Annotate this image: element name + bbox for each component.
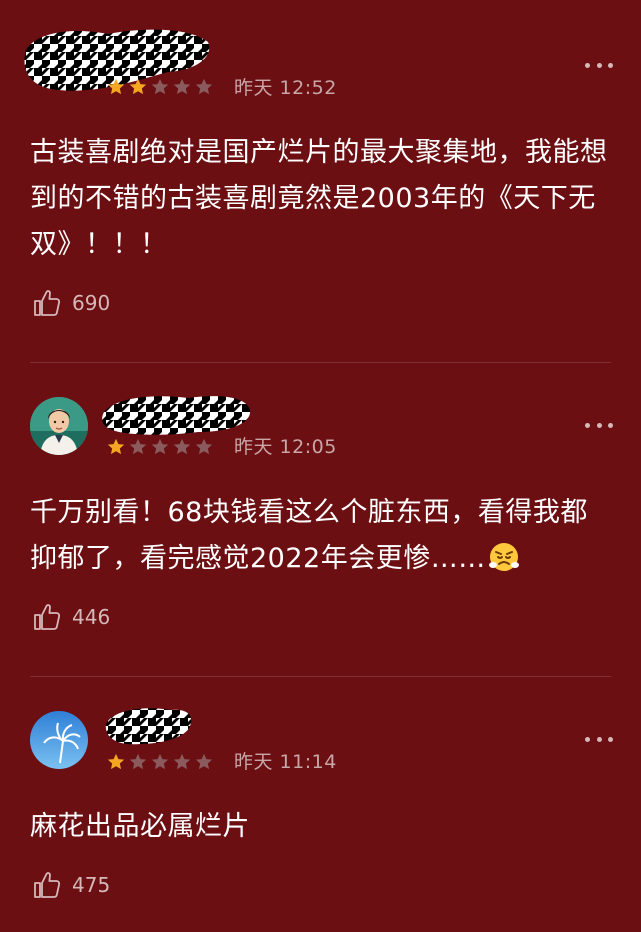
avatar[interactable] xyxy=(30,711,88,769)
avatar[interactable] xyxy=(30,397,88,455)
star-empty-icon xyxy=(150,437,170,457)
star-empty-icon xyxy=(172,77,192,97)
star-filled-icon xyxy=(106,437,126,457)
cartoon-man-avatar-icon xyxy=(30,397,88,455)
palm-tree-avatar-icon xyxy=(30,711,88,769)
dot-icon xyxy=(596,62,602,68)
thumbs-up-icon xyxy=(32,288,62,318)
star-filled-icon xyxy=(128,77,148,97)
comment-text: 麻花出品必属烂片 xyxy=(30,811,250,842)
rating-stars xyxy=(106,77,214,97)
star-empty-icon xyxy=(128,752,148,772)
like-count: 475 xyxy=(72,873,111,897)
dot-icon xyxy=(608,62,613,68)
more-options-button[interactable] xyxy=(585,60,613,70)
rating-stars xyxy=(106,437,214,457)
star-empty-icon xyxy=(194,437,214,457)
redacted-username xyxy=(102,396,251,435)
comment-text: 古装喜剧绝对是国产烂片的最大聚集地，我能想到的不错的古装喜剧竟然是2003年的《… xyxy=(30,137,608,260)
star-empty-icon xyxy=(150,752,170,772)
comment-card-1: 昨天 12:52 古装喜剧绝对是国产烂片的最大聚集地，我能想到的不错的古装喜剧竟… xyxy=(0,0,641,362)
rating-stars xyxy=(106,752,214,772)
comment-text: 千万别看！68块钱看这么个脏东西，看得我都抑郁了，看完感觉2022年会更惨…… xyxy=(30,490,610,582)
more-options-button[interactable] xyxy=(585,734,613,744)
like-button[interactable]: 475 xyxy=(32,868,110,902)
comment-card-2: 昨天 12:05 千万别看！68块钱看这么个脏东西，看得我都抑郁了，看完感觉20… xyxy=(0,362,641,676)
star-empty-icon xyxy=(172,752,192,772)
dot-icon xyxy=(596,422,602,428)
star-filled-icon xyxy=(106,752,126,772)
star-empty-icon xyxy=(172,437,192,457)
comment-time: 昨天 12:52 xyxy=(234,77,337,99)
like-button[interactable]: 446 xyxy=(32,600,110,634)
dot-icon xyxy=(608,422,613,428)
thumbs-up-icon xyxy=(32,602,62,632)
redacted-username xyxy=(105,708,192,745)
dot-icon xyxy=(585,736,590,742)
star-empty-icon xyxy=(150,77,170,97)
like-button[interactable]: 690 xyxy=(32,286,110,320)
star-filled-icon xyxy=(106,77,126,97)
star-empty-icon xyxy=(194,752,214,772)
angry-face-emoji-icon xyxy=(488,543,519,571)
more-options-button[interactable] xyxy=(585,420,613,430)
comment-time: 昨天 12:05 xyxy=(234,436,337,458)
thumbs-up-icon xyxy=(32,870,62,900)
dot-icon xyxy=(596,736,602,742)
comment-card-3: 昨天 11:14 麻花出品必属烂片 475 xyxy=(0,676,641,932)
star-empty-icon xyxy=(128,437,148,457)
comment-time: 昨天 11:14 xyxy=(234,751,337,773)
like-count: 690 xyxy=(72,291,111,315)
dot-icon xyxy=(608,736,613,742)
star-empty-icon xyxy=(194,77,214,97)
dot-icon xyxy=(585,422,590,428)
dot-icon xyxy=(585,62,590,68)
like-count: 446 xyxy=(72,605,111,629)
